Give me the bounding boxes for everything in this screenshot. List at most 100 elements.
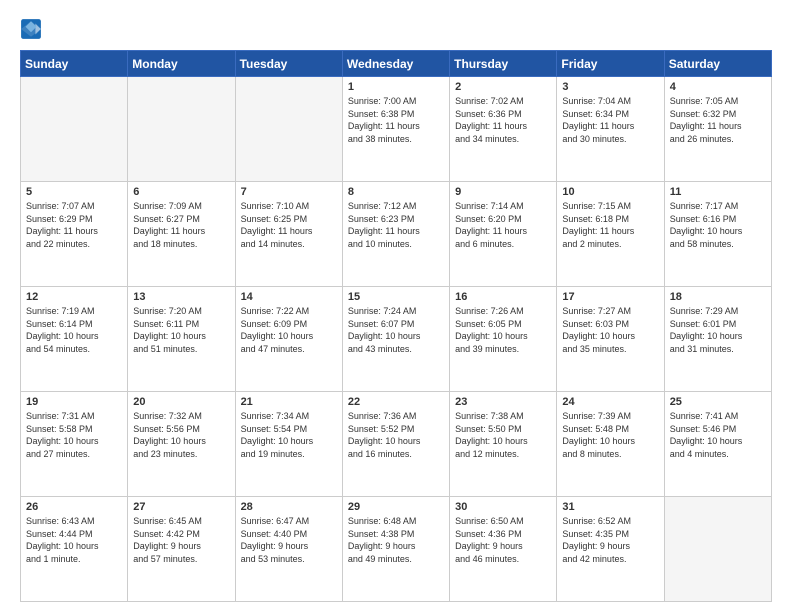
calendar-cell: 23 Sunrise: 7:38 AM Sunset: 5:50 PM Dayli… xyxy=(450,392,557,497)
weekday-header: Sunday xyxy=(21,51,128,77)
day-number: 5 xyxy=(26,186,122,198)
day-info: Sunrise: 6:47 AM Sunset: 4:40 PM Dayligh… xyxy=(241,515,337,565)
calendar-cell: 20 Sunrise: 7:32 AM Sunset: 5:56 PM Dayli… xyxy=(128,392,235,497)
day-number: 10 xyxy=(562,186,658,198)
day-number: 26 xyxy=(26,501,122,513)
calendar-cell: 25 Sunrise: 7:41 AM Sunset: 5:46 PM Dayli… xyxy=(664,392,771,497)
calendar-cell: 6Sunrise: 7:09 AM Sunset: 6:27 PM Daylig… xyxy=(128,182,235,287)
calendar-cell: 24 Sunrise: 7:39 AM Sunset: 5:48 PM Dayli… xyxy=(557,392,664,497)
day-number: 23 xyxy=(455,396,551,408)
day-info: Sunrise: 7:17 AM Sunset: 6:16 PM Dayligh… xyxy=(670,200,766,250)
day-info: Sunrise: 7:31 AM Sunset: 5:58 PM Dayligh… xyxy=(26,410,122,460)
weekday-header: Thursday xyxy=(450,51,557,77)
day-info: Sunrise: 7:19 AM Sunset: 6:14 PM Dayligh… xyxy=(26,305,122,355)
calendar-cell: 5 Sunrise: 7:07 AM Sunset: 6:29 PM Daylig… xyxy=(21,182,128,287)
calendar-cell: 18 Sunrise: 7:29 AM Sunset: 6:01 PM Dayli… xyxy=(664,287,771,392)
calendar-cell xyxy=(128,77,235,182)
weekday-header: Tuesday xyxy=(235,51,342,77)
calendar-cell: 21 Sunrise: 7:34 AM Sunset: 5:54 PM Dayli… xyxy=(235,392,342,497)
calendar-cell: 10 Sunrise: 7:15 AM Sunset: 6:18 PM Dayli… xyxy=(557,182,664,287)
day-info: Sunrise: 7:29 AM Sunset: 6:01 PM Dayligh… xyxy=(670,305,766,355)
day-info: Sunrise: 7:14 AM Sunset: 6:20 PM Dayligh… xyxy=(455,200,551,250)
day-number: 27 xyxy=(133,501,229,513)
logo xyxy=(20,18,44,40)
day-info: Sunrise: 7:22 AM Sunset: 6:09 PM Dayligh… xyxy=(241,305,337,355)
day-info: Sunrise: 7:12 AM Sunset: 6:23 PM Dayligh… xyxy=(348,200,444,250)
calendar-week-row: 19 Sunrise: 7:31 AM Sunset: 5:58 PM Dayli… xyxy=(21,392,772,497)
logo-icon xyxy=(20,18,42,40)
weekday-header: Monday xyxy=(128,51,235,77)
calendar-cell xyxy=(235,77,342,182)
day-info: Sunrise: 6:43 AM Sunset: 4:44 PM Dayligh… xyxy=(26,515,122,565)
weekday-header-row: SundayMondayTuesdayWednesdayThursdayFrid… xyxy=(21,51,772,77)
day-info: Sunrise: 7:26 AM Sunset: 6:05 PM Dayligh… xyxy=(455,305,551,355)
calendar-cell: 29 Sunrise: 6:48 AM Sunset: 4:38 PM Dayli… xyxy=(342,497,449,602)
day-info: Sunrise: 7:07 AM Sunset: 6:29 PM Dayligh… xyxy=(26,200,122,250)
day-number: 11 xyxy=(670,186,766,198)
day-info: Sunrise: 7:20 AM Sunset: 6:11 PM Dayligh… xyxy=(133,305,229,355)
calendar-cell xyxy=(664,497,771,602)
calendar-cell: 13 Sunrise: 7:20 AM Sunset: 6:11 PM Dayli… xyxy=(128,287,235,392)
day-number: 24 xyxy=(562,396,658,408)
calendar-cell: 31Sunrise: 6:52 AM Sunset: 4:35 PM Dayli… xyxy=(557,497,664,602)
day-info: Sunrise: 7:15 AM Sunset: 6:18 PM Dayligh… xyxy=(562,200,658,250)
calendar-cell: 30Sunrise: 6:50 AM Sunset: 4:36 PM Dayli… xyxy=(450,497,557,602)
day-info: Sunrise: 7:41 AM Sunset: 5:46 PM Dayligh… xyxy=(670,410,766,460)
day-info: Sunrise: 7:27 AM Sunset: 6:03 PM Dayligh… xyxy=(562,305,658,355)
calendar-cell: 14 Sunrise: 7:22 AM Sunset: 6:09 PM Dayli… xyxy=(235,287,342,392)
calendar-week-row: 12 Sunrise: 7:19 AM Sunset: 6:14 PM Dayli… xyxy=(21,287,772,392)
day-number: 17 xyxy=(562,291,658,303)
day-number: 1 xyxy=(348,81,444,93)
calendar-cell: 16Sunrise: 7:26 AM Sunset: 6:05 PM Dayli… xyxy=(450,287,557,392)
weekday-header: Friday xyxy=(557,51,664,77)
calendar-week-row: 5 Sunrise: 7:07 AM Sunset: 6:29 PM Daylig… xyxy=(21,182,772,287)
day-info: Sunrise: 6:45 AM Sunset: 4:42 PM Dayligh… xyxy=(133,515,229,565)
day-info: Sunrise: 7:39 AM Sunset: 5:48 PM Dayligh… xyxy=(562,410,658,460)
day-number: 20 xyxy=(133,396,229,408)
day-number: 15 xyxy=(348,291,444,303)
day-number: 6 xyxy=(133,186,229,198)
day-number: 7 xyxy=(241,186,337,198)
day-number: 18 xyxy=(670,291,766,303)
day-info: Sunrise: 7:32 AM Sunset: 5:56 PM Dayligh… xyxy=(133,410,229,460)
header xyxy=(20,18,772,40)
calendar-cell: 26 Sunrise: 6:43 AM Sunset: 4:44 PM Dayli… xyxy=(21,497,128,602)
calendar-cell: 4Sunrise: 7:05 AM Sunset: 6:32 PM Daylig… xyxy=(664,77,771,182)
day-number: 19 xyxy=(26,396,122,408)
day-info: Sunrise: 7:38 AM Sunset: 5:50 PM Dayligh… xyxy=(455,410,551,460)
day-number: 21 xyxy=(241,396,337,408)
day-number: 30 xyxy=(455,501,551,513)
day-info: Sunrise: 7:02 AM Sunset: 6:36 PM Dayligh… xyxy=(455,95,551,145)
calendar-cell: 8Sunrise: 7:12 AM Sunset: 6:23 PM Daylig… xyxy=(342,182,449,287)
day-number: 13 xyxy=(133,291,229,303)
calendar-cell xyxy=(21,77,128,182)
day-info: Sunrise: 7:34 AM Sunset: 5:54 PM Dayligh… xyxy=(241,410,337,460)
weekday-header: Saturday xyxy=(664,51,771,77)
calendar-cell: 15 Sunrise: 7:24 AM Sunset: 6:07 PM Dayli… xyxy=(342,287,449,392)
day-number: 14 xyxy=(241,291,337,303)
calendar-cell: 11 Sunrise: 7:17 AM Sunset: 6:16 PM Dayli… xyxy=(664,182,771,287)
day-number: 25 xyxy=(670,396,766,408)
day-info: Sunrise: 7:00 AM Sunset: 6:38 PM Dayligh… xyxy=(348,95,444,145)
calendar-cell: 3 Sunrise: 7:04 AM Sunset: 6:34 PM Daylig… xyxy=(557,77,664,182)
day-number: 3 xyxy=(562,81,658,93)
calendar: SundayMondayTuesdayWednesdayThursdayFrid… xyxy=(20,50,772,602)
day-info: Sunrise: 6:52 AM Sunset: 4:35 PM Dayligh… xyxy=(562,515,658,565)
day-info: Sunrise: 6:48 AM Sunset: 4:38 PM Dayligh… xyxy=(348,515,444,565)
day-number: 28 xyxy=(241,501,337,513)
day-number: 22 xyxy=(348,396,444,408)
day-info: Sunrise: 7:05 AM Sunset: 6:32 PM Dayligh… xyxy=(670,95,766,145)
day-number: 29 xyxy=(348,501,444,513)
day-info: Sunrise: 7:24 AM Sunset: 6:07 PM Dayligh… xyxy=(348,305,444,355)
calendar-cell: 2Sunrise: 7:02 AM Sunset: 6:36 PM Daylig… xyxy=(450,77,557,182)
calendar-week-row: 26 Sunrise: 6:43 AM Sunset: 4:44 PM Dayli… xyxy=(21,497,772,602)
calendar-week-row: 1 Sunrise: 7:00 AM Sunset: 6:38 PM Daylig… xyxy=(21,77,772,182)
day-number: 9 xyxy=(455,186,551,198)
day-number: 12 xyxy=(26,291,122,303)
day-info: Sunrise: 7:10 AM Sunset: 6:25 PM Dayligh… xyxy=(241,200,337,250)
day-info: Sunrise: 7:04 AM Sunset: 6:34 PM Dayligh… xyxy=(562,95,658,145)
calendar-cell: 12 Sunrise: 7:19 AM Sunset: 6:14 PM Dayli… xyxy=(21,287,128,392)
calendar-cell: 27 Sunrise: 6:45 AM Sunset: 4:42 PM Dayli… xyxy=(128,497,235,602)
calendar-cell: 9 Sunrise: 7:14 AM Sunset: 6:20 PM Daylig… xyxy=(450,182,557,287)
page: SundayMondayTuesdayWednesdayThursdayFrid… xyxy=(0,0,792,612)
